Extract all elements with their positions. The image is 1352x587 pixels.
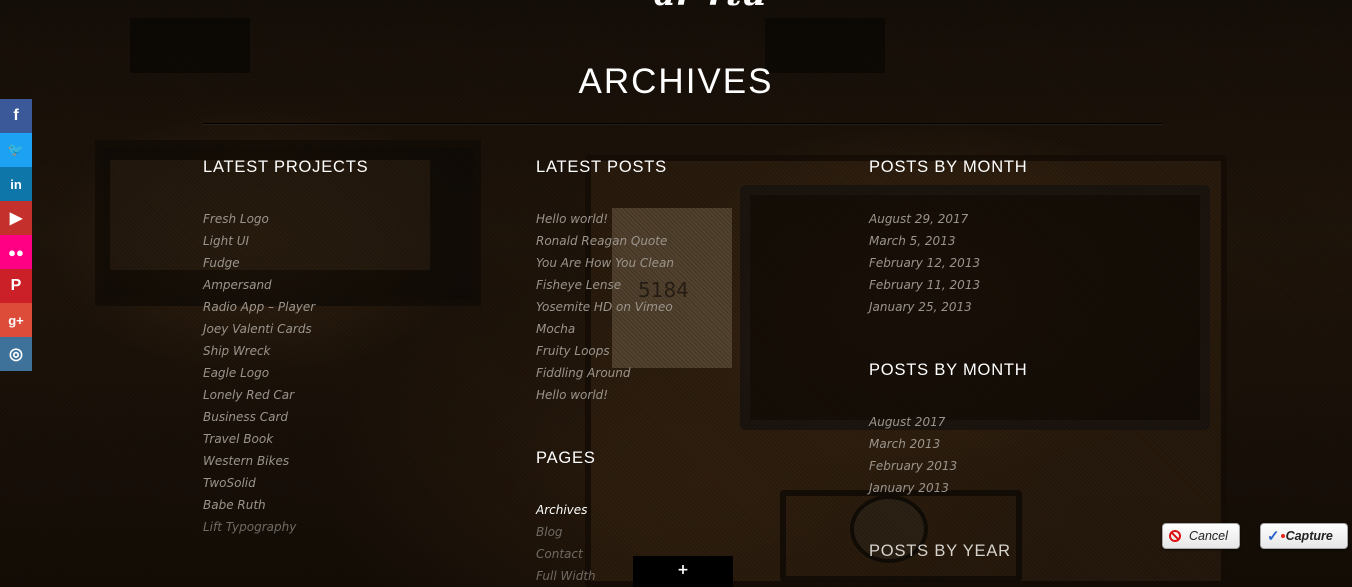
page-link-contact[interactable]: Contact — [536, 543, 596, 565]
month-archive-link[interactable]: March 2013 — [869, 433, 1028, 455]
month-archive-link[interactable]: August 2017 — [869, 411, 1028, 433]
post-link[interactable]: Hello world! — [536, 208, 674, 230]
post-link[interactable]: Fisheye Lense — [536, 274, 674, 296]
posts-by-month-daily-widget: POSTS BY MONTH August 29, 2017 March 5, … — [869, 158, 1028, 318]
posts-by-date-list: August 29, 2017 March 5, 2013 February 1… — [869, 208, 1028, 318]
pinterest-icon: P — [10, 277, 22, 294]
project-link[interactable]: Babe Ruth — [203, 494, 368, 516]
expand-button[interactable]: + — [633, 556, 733, 587]
pages-widget: PAGES Archives Blog Contact Full Width — [536, 449, 596, 587]
project-link[interactable]: Joey Valenti Cards — [203, 318, 368, 340]
pages-list: Archives Blog Contact Full Width — [536, 499, 596, 587]
latest-projects-list: Fresh Logo Light UI Fudge Ampersand Radi… — [203, 208, 368, 538]
google-plus-icon: g+ — [8, 312, 24, 328]
flickr-icon: ●● — [8, 244, 24, 260]
post-link[interactable]: Fruity Loops — [536, 340, 674, 362]
project-link[interactable]: Travel Book — [203, 428, 368, 450]
project-link[interactable]: Western Bikes — [203, 450, 368, 472]
checkmark-icon: ✓ — [1267, 528, 1280, 545]
page-link-archives[interactable]: Archives — [536, 499, 596, 521]
latest-posts-heading: LATEST POSTS — [536, 158, 667, 176]
twitter-share-button[interactable]: 🐦 — [0, 133, 32, 167]
google-plus-share-button[interactable]: g+ — [0, 303, 32, 337]
posts-by-month-list: August 2017 March 2013 February 2013 Jan… — [869, 411, 1028, 499]
project-link[interactable]: TwoSolid — [203, 472, 368, 494]
month-archive-link[interactable]: February 2013 — [869, 455, 1028, 477]
project-link[interactable]: Light UI — [203, 230, 368, 252]
project-link[interactable]: Fresh Logo — [203, 208, 368, 230]
project-link[interactable]: Ship Wreck — [203, 340, 368, 362]
project-link[interactable]: Radio App – Player — [203, 296, 368, 318]
twitter-icon: 🐦 — [7, 142, 25, 157]
date-archive-link[interactable]: August 29, 2017 — [869, 208, 1028, 230]
page-link-full-width[interactable]: Full Width — [536, 565, 596, 587]
facebook-icon: f — [13, 107, 19, 124]
project-link[interactable]: Fudge — [203, 252, 368, 274]
pages-heading: PAGES — [536, 449, 596, 467]
youtube-icon: ▶ — [9, 210, 23, 227]
youtube-share-button[interactable]: ▶ — [0, 201, 32, 235]
facebook-share-button[interactable]: f — [0, 99, 32, 133]
date-archive-link[interactable]: January 25, 2013 — [869, 296, 1028, 318]
latest-posts-widget: LATEST POSTS Hello world! Ronald Reagan … — [536, 158, 674, 406]
instagram-share-button[interactable]: ◎ — [0, 337, 32, 371]
linkedin-share-button[interactable]: in — [0, 167, 32, 201]
capture-label: Capture — [1285, 529, 1333, 543]
flickr-share-button[interactable]: ●● — [0, 235, 32, 269]
project-link[interactable]: Eagle Logo — [203, 362, 368, 384]
post-link[interactable]: Hello world! — [536, 384, 674, 406]
month-archive-link[interactable]: January 2013 — [869, 477, 1028, 499]
page-link-blog[interactable]: Blog — [536, 521, 596, 543]
latest-projects-heading: LATEST PROJECTS — [203, 158, 369, 176]
project-link[interactable]: Business Card — [203, 406, 368, 428]
date-archive-link[interactable]: February 11, 2013 — [869, 274, 1028, 296]
latest-posts-list: Hello world! Ronald Reagan Quote You Are… — [536, 208, 674, 406]
pinterest-share-button[interactable]: P — [0, 269, 32, 303]
date-archive-link[interactable]: February 12, 2013 — [869, 252, 1028, 274]
latest-projects-widget: LATEST PROJECTS Fresh Logo Light UI Fudg… — [203, 158, 368, 538]
site-logo-text[interactable]: ar-rtu — [610, 0, 810, 14]
project-link[interactable]: Lonely Red Car — [203, 384, 368, 406]
project-link[interactable]: Ampersand — [203, 274, 368, 296]
posts-by-month-heading: POSTS BY MONTH — [869, 361, 1028, 379]
post-link[interactable]: Mocha — [536, 318, 674, 340]
date-archive-link[interactable]: March 5, 2013 — [869, 230, 1028, 252]
post-link[interactable]: You Are How You Clean — [536, 252, 674, 274]
cancel-icon — [1169, 530, 1181, 542]
post-link[interactable]: Yosemite HD on Vimeo — [536, 296, 674, 318]
posts-by-year-widget: POSTS BY YEAR — [869, 542, 1011, 561]
posts-by-month-widget: POSTS BY MONTH August 2017 March 2013 Fe… — [869, 361, 1028, 499]
title-divider — [203, 123, 1163, 124]
instagram-icon: ◎ — [9, 346, 23, 363]
capture-button[interactable]: ✓ Capture — [1260, 523, 1348, 549]
linkedin-icon: in — [10, 176, 22, 192]
cancel-button[interactable]: Cancel — [1162, 523, 1240, 549]
post-link[interactable]: Fiddling Around — [536, 362, 674, 384]
posts-by-month-heading: POSTS BY MONTH — [869, 158, 1028, 176]
posts-by-year-heading: POSTS BY YEAR — [869, 542, 1011, 560]
cancel-label: Cancel — [1189, 529, 1228, 543]
page-title: ARCHIVES — [578, 62, 774, 101]
post-link[interactable]: Ronald Reagan Quote — [536, 230, 674, 252]
record-dot-icon — [1280, 534, 1285, 538]
project-link[interactable]: Lift Typography — [203, 516, 368, 538]
